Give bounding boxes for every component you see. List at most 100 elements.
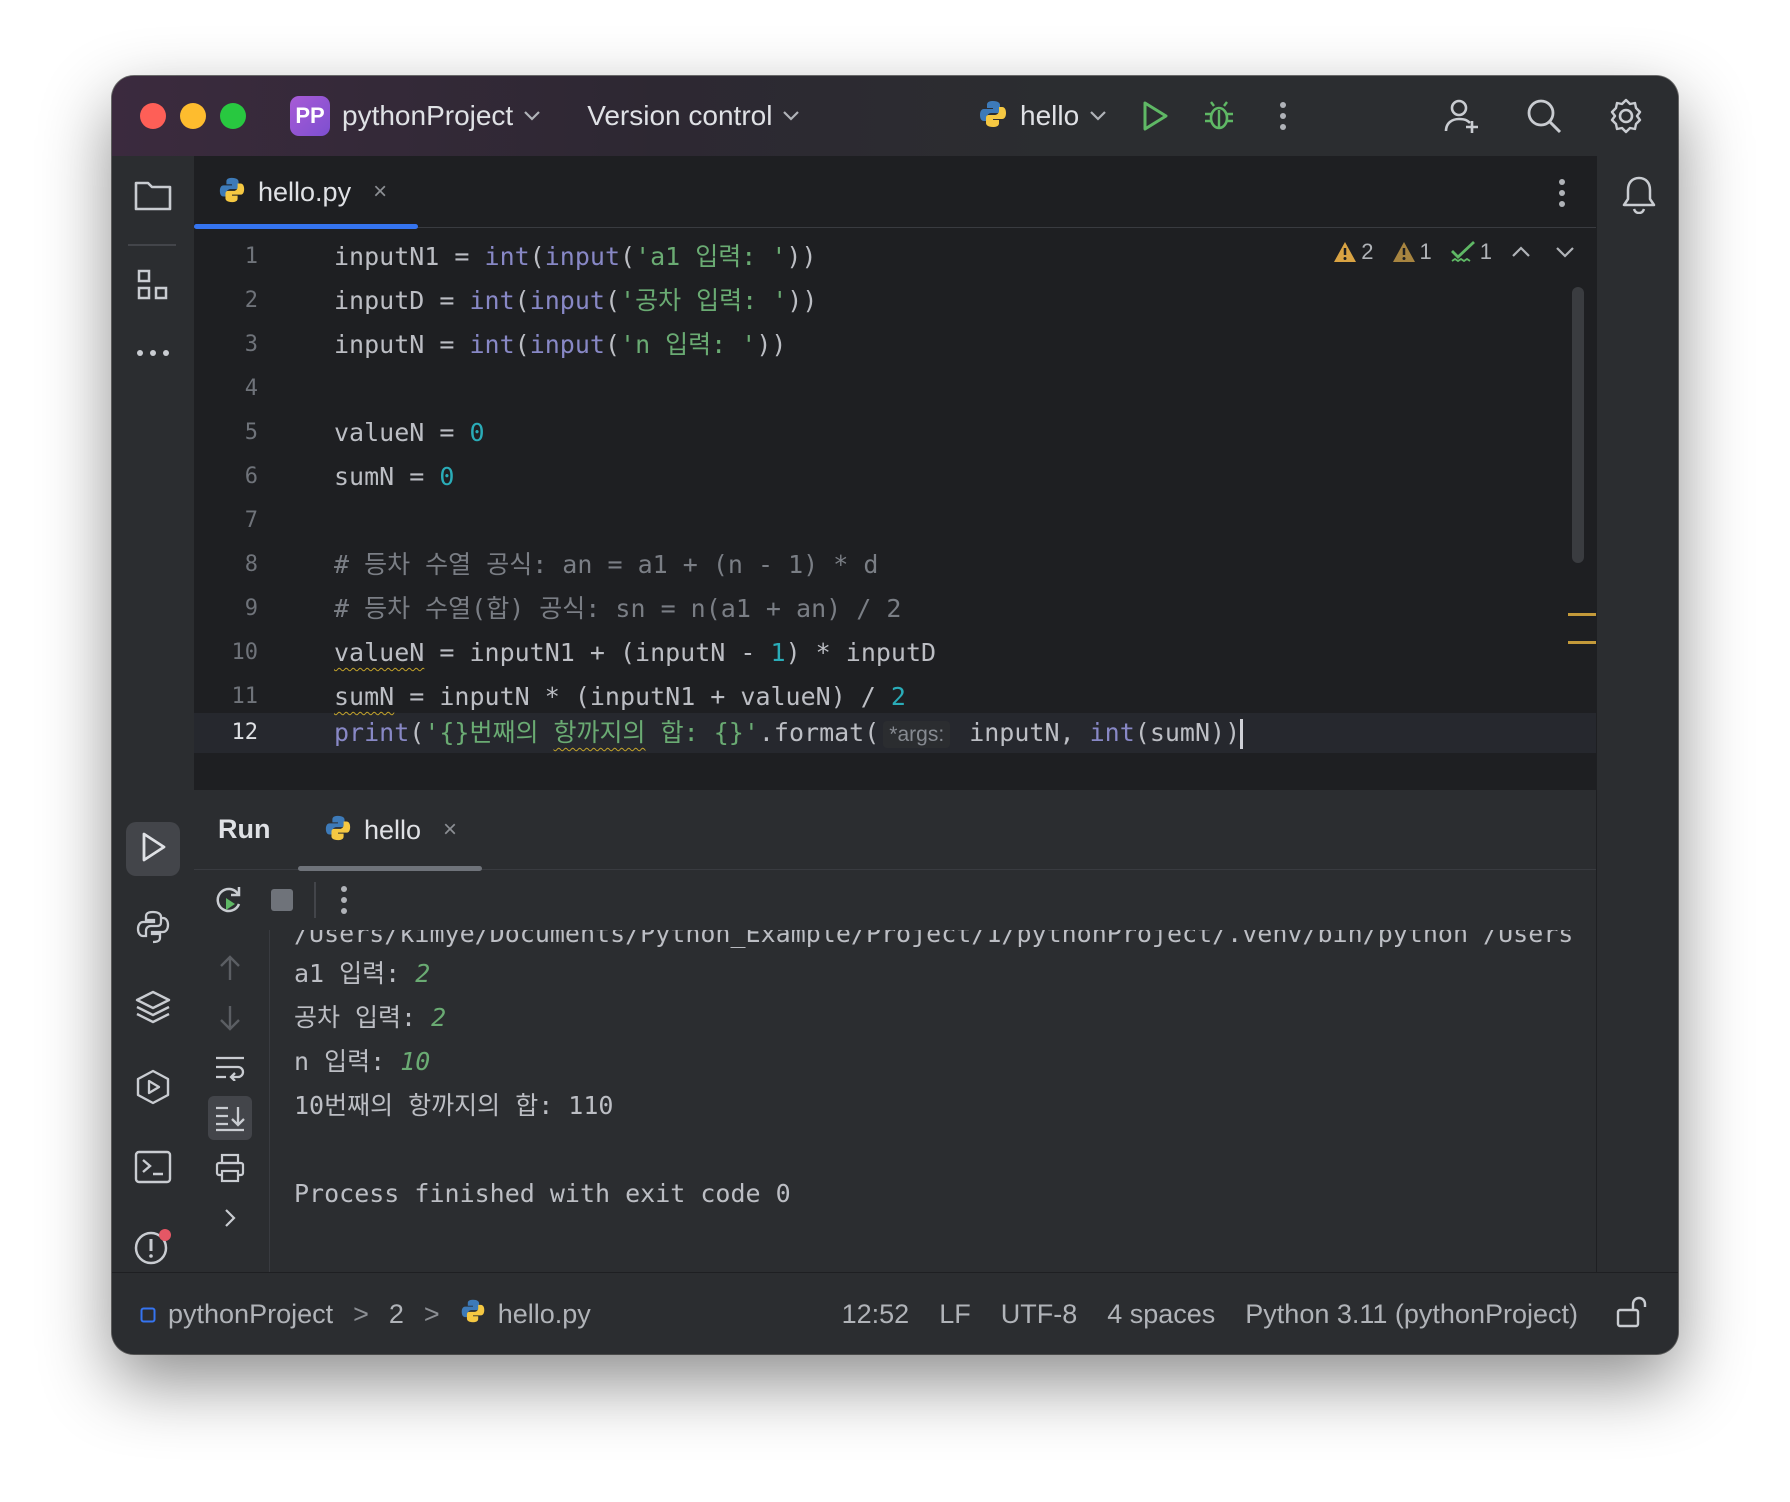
code-token: )) xyxy=(787,286,818,315)
console-user-input: 10 xyxy=(400,1047,431,1076)
code-editor[interactable]: 1 2 3 4 5 6 7 8 9 10 11 12 inputN1 = int… xyxy=(194,229,1596,789)
code-line-12[interactable]: print('{}번째의 항까지의 합: {}'.format(*args: i… xyxy=(334,713,1244,753)
minimize-window-button[interactable] xyxy=(180,103,206,129)
console-command-line: /Users/kimye/Documents/Python_Example/Pr… xyxy=(294,930,1574,948)
python-file-icon xyxy=(218,176,246,209)
weak-warnings-count[interactable]: 1 xyxy=(1392,239,1432,265)
add-user-icon[interactable] xyxy=(1440,94,1484,138)
editor-scrollbar[interactable] xyxy=(1572,287,1584,563)
notifications-button[interactable] xyxy=(1617,174,1661,218)
tab-label: hello.py xyxy=(258,176,352,207)
code-token: 0 xyxy=(469,418,485,447)
version-control-dropdown[interactable]: Version control xyxy=(587,100,772,132)
tab-close-button[interactable]: × xyxy=(373,178,387,206)
code-line-5[interactable]: valueN = 0 xyxy=(334,413,485,453)
warnings-count[interactable]: 2 xyxy=(1333,239,1374,265)
python-packages-tool-button[interactable] xyxy=(126,982,180,1036)
indent-widget[interactable]: 4 spaces xyxy=(1107,1299,1215,1330)
gear-icon[interactable] xyxy=(1604,94,1648,138)
print-button[interactable] xyxy=(208,1146,252,1190)
run-tab-close-button[interactable]: × xyxy=(443,816,457,844)
close-window-button[interactable] xyxy=(140,103,166,129)
warning-stripe-marker[interactable] xyxy=(1568,641,1596,644)
tab-options-button[interactable] xyxy=(1558,178,1566,213)
run-button[interactable] xyxy=(1133,94,1177,138)
code-line-10[interactable]: valueN = inputN1 + (inputN - 1) * inputD xyxy=(334,633,936,673)
code-token: ( xyxy=(620,242,636,271)
chevron-up-icon xyxy=(1512,246,1530,257)
typos-count[interactable]: 1 xyxy=(1450,239,1492,265)
tab-run-hello[interactable]: hello × xyxy=(298,790,482,871)
structure-icon xyxy=(136,268,170,307)
line-number: 4 xyxy=(244,376,258,401)
run-more-button[interactable] xyxy=(334,878,354,922)
python-console-tool-button[interactable] xyxy=(126,902,180,956)
code-token: ) * inputD xyxy=(785,638,937,667)
code-line-9[interactable]: # 등차 수열(합) 공식: sn = n(a1 + an) / 2 xyxy=(334,589,901,629)
rerun-button[interactable] xyxy=(206,878,250,922)
zoom-window-button[interactable] xyxy=(220,103,246,129)
breadcrumb-project[interactable]: pythonProject xyxy=(168,1299,333,1330)
project-badge[interactable]: PP xyxy=(290,96,330,136)
code-line-8[interactable]: # 등차 수열 공식: an = a1 + (n - 1) * d xyxy=(334,545,878,585)
code-token: 'n 입력: ' xyxy=(620,330,757,359)
inspections-widget[interactable]: 2 1 1 xyxy=(1333,239,1576,265)
problems-tool-button[interactable] xyxy=(126,1222,180,1276)
python-file-icon xyxy=(460,1298,486,1331)
project-tool-button[interactable] xyxy=(126,170,180,224)
code-line-2[interactable]: inputD = int(input('공차 입력: ')) xyxy=(334,281,817,321)
breadcrumb-folder[interactable]: 2 xyxy=(389,1299,404,1330)
services-tool-button[interactable] xyxy=(126,1062,180,1116)
debug-button[interactable] xyxy=(1197,94,1241,138)
code-line-3[interactable]: inputN = int(input('n 입력: ')) xyxy=(334,325,786,365)
interpreter-widget[interactable]: Python 3.11 (pythonProject) xyxy=(1245,1299,1578,1330)
run-tool-button[interactable] xyxy=(126,822,180,876)
warning-stripe-marker[interactable] xyxy=(1568,613,1596,616)
chevron-down-icon xyxy=(1089,106,1107,127)
soft-wrap-button[interactable] xyxy=(208,1046,252,1090)
scroll-down-button[interactable] xyxy=(208,996,252,1040)
arrow-down-icon xyxy=(220,1006,240,1031)
run-console-output[interactable]: /Users/kimye/Documents/Python_Example/Pr… xyxy=(294,930,1596,1273)
code-token: ( xyxy=(514,286,530,315)
previous-highlight-button[interactable] xyxy=(1510,239,1532,265)
run-panel-title: Run xyxy=(218,814,271,844)
scroll-to-end-button[interactable] xyxy=(208,1096,252,1140)
editor-tabs: hello.py × xyxy=(194,156,1596,229)
tab-hello-py[interactable]: hello.py × xyxy=(194,156,418,229)
title-bar: PP pythonProject Version control hello xyxy=(112,76,1678,156)
code-line-11[interactable]: sumN = inputN * (inputN1 + valueN) / 2 xyxy=(334,677,906,717)
breadcrumb-file[interactable]: hello.py xyxy=(498,1299,591,1330)
encoding-widget[interactable]: UTF-8 xyxy=(1001,1299,1078,1330)
problems-icon xyxy=(133,1227,173,1272)
stop-button[interactable] xyxy=(260,878,304,922)
typos-count-label: 1 xyxy=(1479,239,1492,264)
search-icon[interactable] xyxy=(1522,94,1566,138)
scroll-up-button[interactable] xyxy=(208,946,252,990)
console-prompt: 공차 입력: xyxy=(294,1003,432,1032)
run-toolbar xyxy=(194,870,1596,930)
console-line: 공차 입력: 2 xyxy=(294,998,446,1038)
terminal-tool-button[interactable] xyxy=(126,1142,180,1196)
chevron-down-icon xyxy=(1556,247,1574,258)
next-highlight-button[interactable] xyxy=(1554,239,1576,265)
read-only-toggle[interactable] xyxy=(1614,1295,1648,1336)
code-line-6[interactable]: sumN = 0 xyxy=(334,457,454,497)
run-config-dropdown[interactable]: hello xyxy=(1020,100,1079,132)
code-token: .format( xyxy=(758,718,880,747)
status-bar: pythonProject > 2 > hello.py 12:52 LF UT… xyxy=(112,1272,1678,1354)
code-line-1[interactable]: inputN1 = int(input('a1 입력: ')) xyxy=(334,237,817,277)
python-console-icon xyxy=(135,909,171,950)
lock-icon xyxy=(1616,1296,1647,1328)
project-name-dropdown[interactable]: pythonProject xyxy=(342,100,513,132)
line-number: 11 xyxy=(231,684,259,709)
more-tools-button[interactable] xyxy=(126,326,180,380)
expand-toolbar-button[interactable] xyxy=(208,1196,252,1240)
python-icon xyxy=(978,99,1008,134)
caret-position-widget[interactable]: 12:52 xyxy=(842,1299,910,1330)
print-icon xyxy=(215,1153,245,1183)
structure-tool-button[interactable] xyxy=(126,260,180,314)
more-actions-button[interactable] xyxy=(1261,94,1305,138)
chevron-down-icon xyxy=(782,106,800,127)
line-separator-widget[interactable]: LF xyxy=(939,1299,971,1330)
